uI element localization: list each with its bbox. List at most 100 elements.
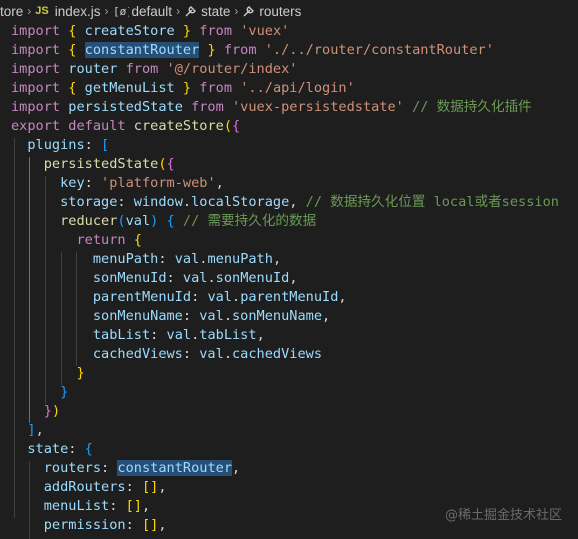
code-token: import <box>11 99 61 115</box>
code-token: } <box>60 384 69 400</box>
code-token: } <box>182 23 192 39</box>
code-token: [ <box>101 137 110 153</box>
code-token: '@/router/index' <box>166 61 298 77</box>
code-token: , <box>141 498 151 514</box>
code-line[interactable]: export default createStore({ <box>11 117 240 136</box>
code-token: createStore <box>133 118 224 134</box>
code-token: storage <box>60 194 118 210</box>
code-token: constantRouter <box>84 42 200 58</box>
code-token: } <box>182 80 192 96</box>
code-line[interactable]: menuList: [], <box>11 497 150 516</box>
code-token: addRouters <box>43 479 126 495</box>
code-line[interactable]: key: 'platform-web', <box>11 174 224 193</box>
code-line[interactable]: storage: window.localStorage, // 数据持久化位置… <box>11 193 559 212</box>
code-line[interactable]: import { createStore } from 'vuex' <box>11 22 289 41</box>
breadcrumb-file[interactable]: JS index.js <box>35 4 100 19</box>
code-token: cachedViews <box>92 346 183 362</box>
code-token: parentMenuId <box>92 289 192 305</box>
code-token: localStorage <box>191 194 290 210</box>
code-token: : <box>182 346 200 362</box>
code-token: val <box>199 346 224 362</box>
code-token: } <box>76 365 85 381</box>
code-line[interactable]: permission: [], <box>11 516 167 535</box>
code-token: getMenuList <box>84 80 175 96</box>
code-line[interactable]: plugins: [ <box>11 136 109 155</box>
code-line[interactable]: routers: constantRouter, <box>11 459 240 478</box>
code-token: { <box>166 156 175 172</box>
breadcrumb-symbol-state[interactable]: state <box>184 4 230 19</box>
code-line[interactable]: reducer(val) { // 需要持久化的数据 <box>11 212 316 231</box>
code-token: val <box>199 308 224 324</box>
code-token: export <box>11 118 61 134</box>
code-token: { <box>84 441 93 457</box>
code-line[interactable]: sonMenuName: val.sonMenuName, <box>11 307 330 326</box>
code-token: : <box>125 517 142 533</box>
code-token: val <box>182 270 208 286</box>
breadcrumb-folder[interactable]: tore <box>0 4 23 19</box>
code-token: menuPath <box>207 251 273 267</box>
code-token: ) <box>51 403 61 419</box>
code-token: window <box>133 194 183 210</box>
chevron-right-icon: › <box>234 4 239 18</box>
code-token: permission <box>43 517 126 533</box>
code-line[interactable]: import persistedState from 'vuex-persist… <box>11 98 532 117</box>
code-line[interactable]: menuPath: val.menuPath, <box>11 250 281 269</box>
chevron-right-icon: › <box>104 4 109 18</box>
code-token: sonMenuId <box>92 270 167 286</box>
code-token: routers <box>43 460 102 476</box>
code-line[interactable]: }) <box>11 402 60 421</box>
code-line[interactable]: state: { <box>11 440 93 459</box>
code-token: from <box>199 23 233 39</box>
code-line[interactable]: tabList: val.tabList, <box>11 326 265 345</box>
code-token: from <box>223 42 257 58</box>
code-line[interactable]: parentMenuId: val.parentMenuId, <box>11 288 347 307</box>
wrench-icon <box>242 4 256 18</box>
code-token: : <box>125 479 142 495</box>
code-token: ( <box>223 118 232 134</box>
code-token: ( <box>117 213 126 229</box>
code-line[interactable]: cachedViews: val.cachedViews <box>11 345 322 364</box>
breadcrumb-symbol-default[interactable]: [ø] default <box>113 4 173 19</box>
code-line[interactable]: ], <box>11 421 43 440</box>
code-token: from <box>125 61 159 77</box>
code-token: // 数据持久化插件 <box>412 99 532 115</box>
code-token: sonMenuId <box>215 270 290 286</box>
code-token: menuPath <box>92 251 159 267</box>
breadcrumb-symbol-routers[interactable]: routers <box>242 4 301 19</box>
javascript-file-icon: JS <box>35 5 49 17</box>
breadcrumb-symbol-label: state <box>201 3 231 19</box>
code-editor[interactable]: import { createStore } from 'vuex' import… <box>0 22 578 539</box>
code-line[interactable]: import { getMenuList } from '../api/logi… <box>11 79 355 98</box>
code-token: import <box>11 61 61 77</box>
code-line[interactable]: import { constantRouter } from './../rou… <box>11 41 494 60</box>
code-token: , <box>322 308 331 324</box>
code-token: persistedState <box>43 156 159 172</box>
code-line[interactable]: } <box>11 383 68 402</box>
code-token: } <box>207 42 216 58</box>
code-token: } <box>43 403 52 419</box>
code-token: ( <box>158 156 167 172</box>
code-line[interactable]: import router from '@/router/index' <box>11 60 297 79</box>
code-line[interactable]: return { <box>11 231 141 250</box>
code-token: : <box>158 251 175 267</box>
code-line[interactable]: } <box>11 364 85 383</box>
code-token: [] <box>125 498 142 514</box>
code-line[interactable]: persistedState({ <box>11 155 175 174</box>
code-line[interactable]: addRouters: [], <box>11 478 167 497</box>
code-line[interactable]: sonMenuId: val.sonMenuId, <box>11 269 298 288</box>
code-token: val <box>174 251 200 267</box>
code-token: key <box>60 175 85 191</box>
wrench-icon <box>184 4 198 18</box>
